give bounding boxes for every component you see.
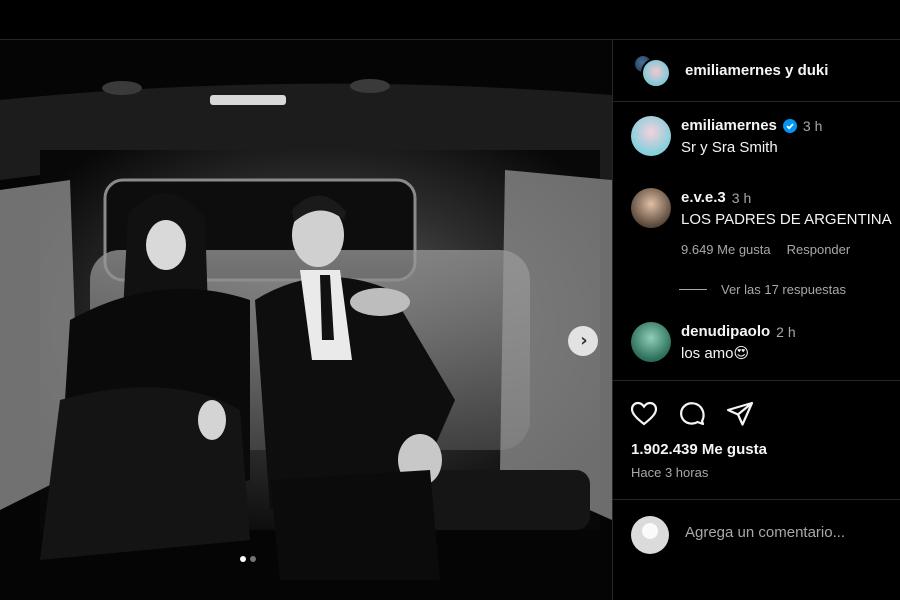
comment-username[interactable]: e.v.e.3 <box>681 188 726 208</box>
comment-item: denudipaolo 2 h los amo😍 <box>631 322 796 364</box>
comment-text: los amo😍 <box>681 345 750 362</box>
post-media[interactable]: › <box>0 40 612 600</box>
post-timestamp[interactable]: Hace 3 horas <box>631 465 708 480</box>
post-authors[interactable]: emiliamernes y duki <box>685 62 828 79</box>
avatar[interactable] <box>631 188 671 228</box>
caption: emiliamernes 3 h Sr y Sra Smith <box>631 116 822 158</box>
carousel-dot <box>250 556 256 562</box>
view-replies-label: Ver las 17 respuestas <box>721 282 847 297</box>
action-bar <box>629 399 755 429</box>
comments-list: emiliamernes 3 h Sr y Sra Smith e.v.e.3 <box>613 102 900 380</box>
post-actions: 1.902.439 Me gusta Hace 3 horas <box>613 380 900 600</box>
comment-item: e.v.e.3 3 h LOS PADRES DE ARGENTINA 9.64… <box>631 188 892 257</box>
post-sidebar: emiliamernes y duki emiliamernes 3 h Sr … <box>612 40 900 600</box>
avatar <box>641 57 671 88</box>
comment-icon[interactable] <box>677 399 707 429</box>
avatar <box>631 516 669 554</box>
comment-username[interactable]: denudipaolo <box>681 322 770 342</box>
chevron-right-icon: › <box>580 330 588 351</box>
collab-avatars[interactable] <box>631 53 673 88</box>
comment-username[interactable]: emiliamernes <box>681 116 777 136</box>
post-header: emiliamernes y duki <box>613 40 900 102</box>
instagram-post-window: › emiliamernes y duki emiliamernes 3 h S… <box>0 0 900 600</box>
avatar[interactable] <box>631 322 671 362</box>
divider <box>679 289 707 290</box>
comment-text: Sr y Sra Smith <box>681 139 778 156</box>
comment-time[interactable]: 2 h <box>776 322 795 342</box>
likes-count[interactable]: 1.902.439 Me gusta <box>631 441 767 458</box>
next-photo-button[interactable]: › <box>568 326 598 356</box>
avatar[interactable] <box>631 116 671 156</box>
comment-time[interactable]: 3 h <box>732 188 751 208</box>
view-replies-button[interactable]: Ver las 17 respuestas <box>679 282 846 297</box>
comment-text: LOS PADRES DE ARGENTINA <box>681 211 892 228</box>
car-interior-photo <box>0 40 612 600</box>
comment-input[interactable] <box>685 524 885 541</box>
reply-button[interactable]: Responder <box>787 242 851 257</box>
heart-icon[interactable] <box>629 399 659 429</box>
comment-likes[interactable]: 9.649 Me gusta <box>681 242 771 257</box>
verified-badge-icon <box>782 119 797 133</box>
send-icon[interactable] <box>725 399 755 429</box>
carousel-dot-active <box>240 556 246 562</box>
top-bar <box>0 0 900 40</box>
carousel-indicator <box>240 556 256 562</box>
comment-time[interactable]: 3 h <box>803 116 822 136</box>
add-comment-bar <box>613 499 900 600</box>
